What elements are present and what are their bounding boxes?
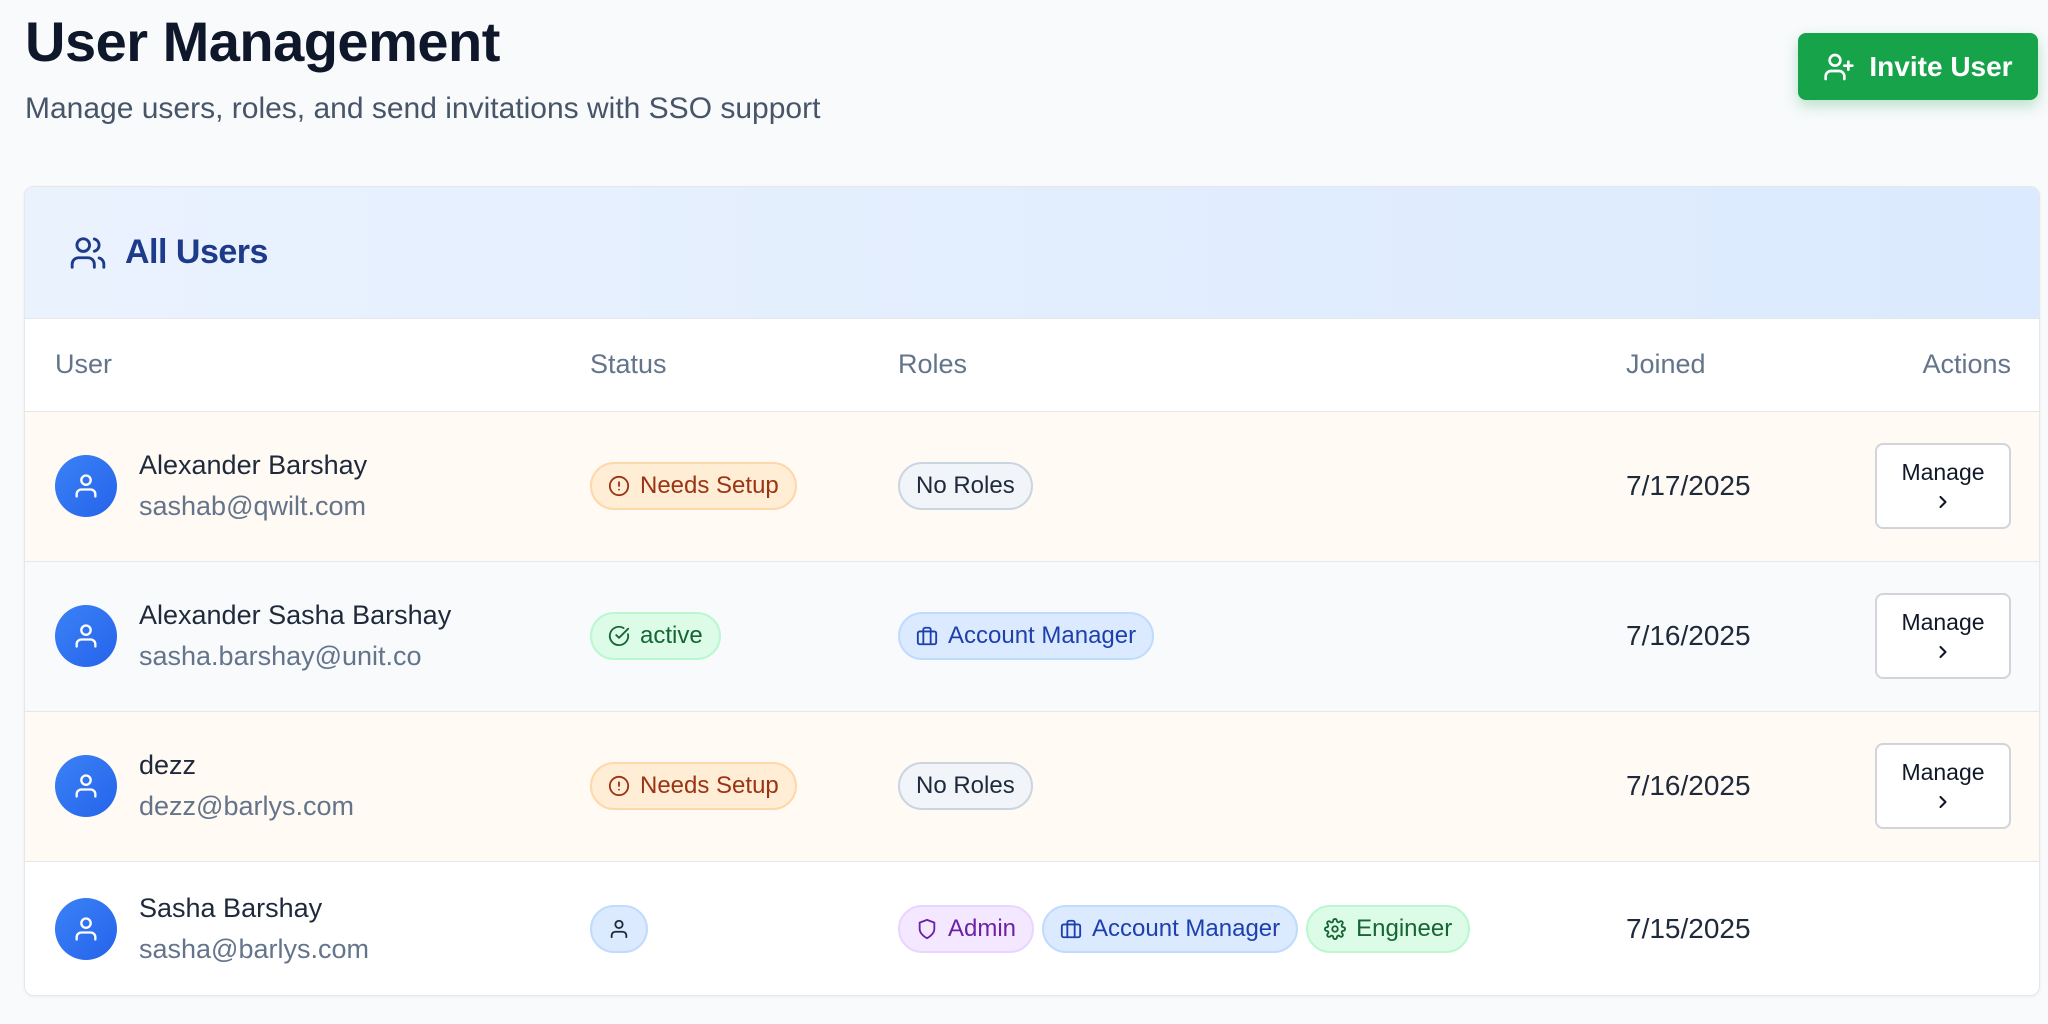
actions-cell: Manage [1832,411,2039,561]
user-plus-icon [1824,53,1855,80]
joined-cell: 7/16/2025 [1596,561,1832,711]
joined-date: 7/16/2025 [1626,770,1751,801]
user-cell: Sasha Barshay sasha@barlys.com [25,861,560,995]
user-name: Alexander Sasha Barshay [139,600,452,630]
page-header: User Management Manage users, roles, and… [25,0,820,126]
status-cell: Needs Setup [560,711,868,861]
chevron-right-icon [1939,495,1947,508]
joined-cell: 7/16/2025 [1596,711,1832,861]
role-label: Account Manager [948,622,1137,649]
page-subtitle: Manage users, roles, and send invitation… [25,92,821,125]
user-email: sashab@qwilt.com [139,491,366,521]
joined-cell: 7/17/2025 [1596,411,1832,561]
manage-label: Manage [1901,459,1985,486]
chevron-right-icon [1939,795,1947,808]
gear-icon [1324,918,1347,941]
actions-cell [1832,861,2039,995]
roles-cell: Account Manager [868,561,1596,711]
user-icon [75,917,97,941]
status-badge: active [590,612,721,660]
role-badge: Account Manager [1042,905,1299,954]
status-label: Needs Setup [640,472,779,499]
briefcase-icon [916,626,938,646]
page-title: User Management [25,10,500,73]
user-icon [75,474,97,498]
users-table: User Status Roles Joined Actions Alexand… [25,319,2039,995]
role-label: Admin [948,915,1017,943]
status-badge: Needs Setup [590,462,797,510]
role-label: Engineer [1356,915,1453,943]
users-card: All Users User Status Roles Joined Actio… [24,186,2040,996]
status-badge: Needs Setup [590,762,797,810]
user-icon [75,774,97,798]
manage-label: Manage [1901,609,1985,636]
avatar [55,898,117,961]
briefcase-icon [1060,920,1082,939]
joined-date: 7/17/2025 [1626,470,1751,501]
user-cell: dezz dezz@barlys.com [25,711,560,861]
column-header-joined: Joined [1626,349,1706,380]
invite-user-label: Invite User [1869,50,2013,82]
joined-date: 7/16/2025 [1626,620,1751,651]
status-cell [560,861,868,995]
column-header-actions: Actions [1922,349,2011,380]
invite-user-button[interactable]: Invite User [1798,33,2038,100]
status-cell: active [560,561,868,711]
status-label: active [640,622,703,649]
role-badge: No Roles [898,462,1033,510]
chevron-right-icon [1939,645,1947,658]
actions-cell: Manage [1832,711,2039,861]
card-header: All Users [25,187,2039,319]
avatar [55,455,117,517]
card-title: All Users [125,233,268,271]
status-badge [590,905,648,954]
roles-cell: No Roles [868,711,1596,861]
user-email: dezz@barlys.com [139,791,354,821]
role-badge: No Roles [898,762,1033,810]
user-email: sasha.barshay@unit.co [139,641,422,671]
avatar [55,755,117,817]
manage-button[interactable]: Manage [1875,443,2011,529]
alert-circle-icon [608,475,630,497]
user-name: Alexander Barshay [139,450,368,480]
user-cell: Alexander Barshay sashab@qwilt.com [25,411,560,561]
column-header-status: Status [590,349,667,380]
column-header-roles: Roles [898,349,968,380]
table-row: Sasha Barshay sasha@barlys.com Admin Acc… [25,861,2039,995]
manage-label: Manage [1901,759,1985,786]
manage-button[interactable]: Manage [1875,743,2011,829]
alert-circle-icon [608,775,630,797]
avatar [55,605,117,667]
role-badge: Engineer [1306,905,1471,954]
user-email: sasha@barlys.com [139,934,369,965]
role-label: Account Manager [1092,915,1281,943]
table-row: Alexander Sasha Barshay sasha.barshay@un… [25,561,2039,711]
roles-cell: Admin Account Manager Engineer [868,861,1596,995]
joined-date: 7/15/2025 [1626,913,1751,945]
role-label: No Roles [916,772,1015,799]
user-cell: Alexander Sasha Barshay sasha.barshay@un… [25,561,560,711]
users-icon [70,236,106,269]
actions-cell: Manage [1832,561,2039,711]
role-label: No Roles [916,472,1015,499]
user-name: dezz [139,750,197,780]
shield-icon [918,919,936,940]
status-cell: Needs Setup [560,411,868,561]
table-row: dezz dezz@barlys.com Needs Setup No Role… [25,711,2039,861]
manage-button[interactable]: Manage [1875,593,2011,679]
user-icon [75,624,97,648]
role-badge: Account Manager [898,612,1155,660]
joined-cell: 7/15/2025 [1596,861,1832,995]
user-name: Sasha Barshay [139,893,323,924]
role-badge: Admin [898,905,1035,954]
table-row: Alexander Barshay sashab@qwilt.com Needs… [25,411,2039,561]
table-header-row: User Status Roles Joined Actions [25,319,2039,411]
user-icon [610,920,628,939]
status-label: Needs Setup [640,772,779,799]
check-circle-icon [608,625,630,646]
column-header-user: User [55,349,113,380]
roles-cell: No Roles [868,411,1596,561]
